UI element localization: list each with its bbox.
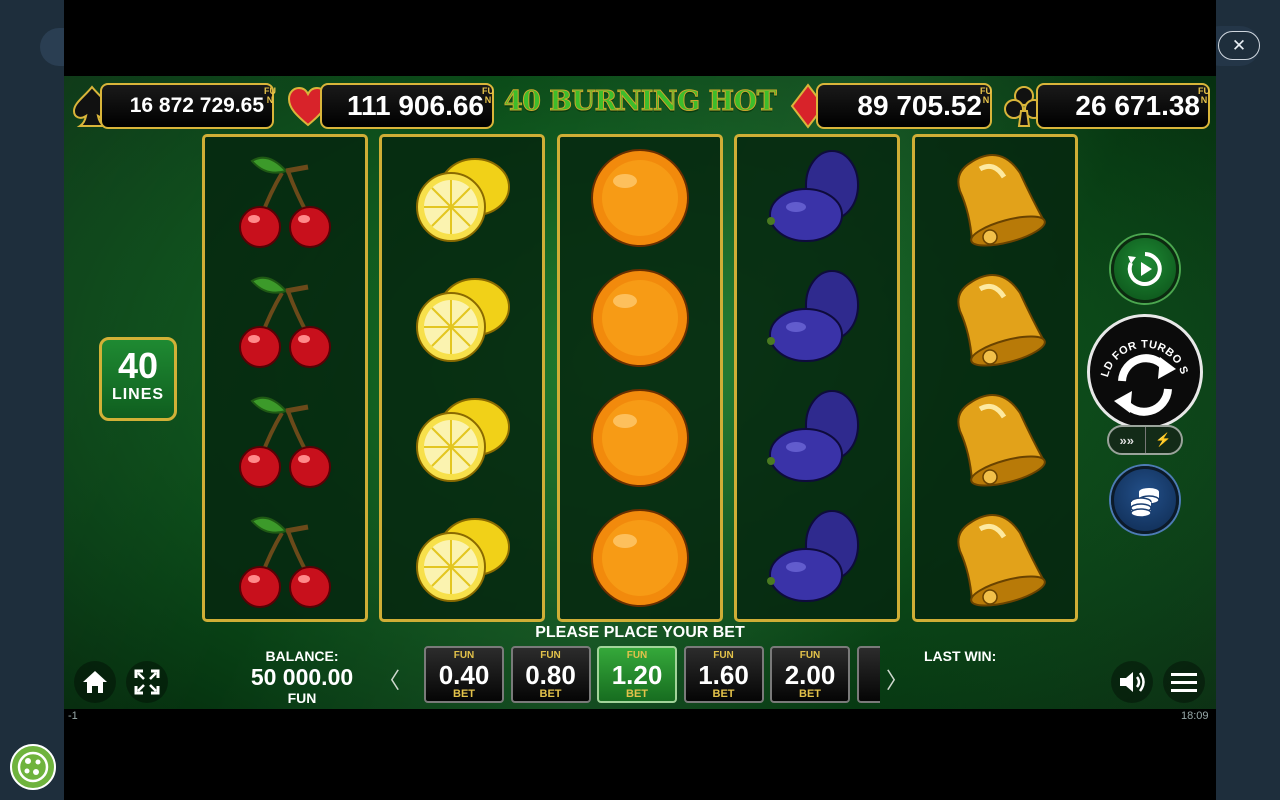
speaker-icon (1120, 672, 1145, 692)
lemon-icon (382, 378, 542, 498)
clock: 18:09 (1181, 710, 1209, 722)
stake-button[interactable] (1111, 466, 1179, 534)
sound-button[interactable] (1111, 661, 1153, 703)
cherry-icon (205, 138, 365, 258)
jackpot-currency: FUN (980, 86, 992, 105)
bet-amount: 1.60 (698, 660, 749, 690)
jackpot-club: 26 671.38 FUN (1002, 81, 1212, 131)
cookie-settings-button[interactable] (10, 744, 56, 790)
fullscreen-button[interactable] (126, 661, 168, 703)
jackpot-value: 26 671.38 (1075, 90, 1200, 121)
hamburger-icon (1171, 673, 1197, 692)
bet-label: BET (453, 688, 475, 700)
game-area: 16 872 729.65 FUN 111 906.66 FUN 40 BURN… (64, 76, 1216, 709)
cherry-icon (205, 378, 365, 498)
lines-badge: 40 LINES (99, 337, 177, 421)
orange-icon (560, 498, 720, 618)
orange-icon (560, 378, 720, 498)
reel-5 (912, 134, 1078, 622)
last-win-label: LAST WIN: (924, 648, 997, 664)
lemon-icon (382, 498, 542, 618)
jackpot-diamond: 89 705.52 FUN (786, 81, 996, 131)
plum-icon (737, 378, 897, 498)
bell-icon (915, 258, 1075, 378)
lemon-icon (382, 138, 542, 258)
bet-option[interactable]: FUN2BET (856, 646, 881, 703)
cherry-icon (205, 498, 365, 618)
balance-unit: FUN (287, 690, 317, 706)
bet-label: BET (859, 688, 881, 700)
quick-spin-icon[interactable]: ⚡ (1144, 427, 1182, 453)
spin-icon: HOLD FOR TURBO SPIN (1090, 317, 1190, 416)
reel-3 (557, 134, 723, 622)
bet-option[interactable]: FUN 2.00 BET (770, 646, 850, 703)
bell-icon (915, 498, 1075, 618)
orange-icon (560, 138, 720, 258)
lines-count: 40 (117, 345, 159, 386)
jackpot-currency: FUN (482, 86, 494, 105)
balance-label: BALANCE: (265, 648, 339, 664)
coins-icon (1130, 488, 1160, 518)
jackpot-heart: 111 906.66 FUN (286, 81, 496, 131)
bet-amount: 2 (859, 662, 881, 688)
bet-label: BET (712, 688, 735, 700)
jackpot-value: 89 705.52 (857, 90, 982, 121)
home-icon (83, 671, 107, 693)
bet-label: BET (626, 688, 648, 700)
bet-amount: 0.80 (525, 660, 576, 690)
home-button[interactable] (74, 661, 116, 703)
balance-value: 50 000.00 (250, 664, 354, 690)
reel-4 (734, 134, 900, 622)
balance: BALANCE: 50 000.00 FUN (242, 648, 362, 706)
bet-option[interactable]: FUN 1.20 BET (597, 646, 677, 703)
autoplay-button[interactable] (1111, 235, 1179, 303)
game-logo: 40 BURNING HOT (503, 86, 777, 118)
bet-selector: FUN 0.40 BET FUN 0.80 BET FUN 1.20 BET FUN 1.60 BET… (424, 646, 880, 704)
autoplay-icon (1127, 252, 1162, 286)
jackpot-spade: 16 872 729.65 FUN (70, 81, 276, 131)
bet-prev-arrow[interactable]: 〈 (378, 663, 400, 695)
jackpot-value: 111 906.66 (346, 90, 484, 121)
plum-icon (737, 138, 897, 258)
cherry-icon (205, 258, 365, 378)
menu-button[interactable] (1163, 661, 1205, 703)
bet-next-arrow[interactable]: 〉 (886, 663, 908, 695)
speed-toggle[interactable]: »» ⚡ (1107, 425, 1183, 455)
bell-icon (915, 138, 1075, 258)
bet-currency: FUN (859, 650, 881, 662)
spin-button[interactable]: HOLD FOR TURBO SPIN (1087, 314, 1203, 430)
place-bet-message: PLEASE PLACE YOUR BET (535, 624, 745, 641)
bet-amount: 2.00 (784, 660, 836, 690)
bet-label: BET (539, 688, 562, 700)
jackpot-value: 16 872 729.65 (129, 94, 264, 117)
bet-amount: 0.40 (438, 660, 490, 690)
jackpot-currency: FUN (264, 86, 276, 105)
plum-icon (737, 258, 897, 378)
bet-option[interactable]: FUN 1.60 BET (683, 646, 764, 703)
bet-amount: 1.20 (611, 660, 663, 690)
jackpot-currency: FUN (1198, 86, 1210, 105)
bet-option[interactable]: FUN 0.80 BET (510, 646, 591, 703)
reel-1 (202, 134, 368, 622)
status-indicator: -1 (68, 710, 78, 722)
fullscreen-icon (134, 669, 160, 695)
close-button[interactable]: ✕ (1218, 31, 1260, 60)
lines-label: LINES (111, 386, 165, 403)
orange-icon (560, 258, 720, 378)
bet-label: BET (799, 688, 821, 700)
bell-icon (915, 378, 1075, 498)
reel-2 (379, 134, 545, 622)
turbo-icon[interactable]: »» (1109, 427, 1145, 453)
cookie-icon (17, 751, 49, 783)
bet-option[interactable]: FUN 0.40 BET (424, 646, 504, 703)
lemon-icon (382, 258, 542, 378)
plum-icon (737, 498, 897, 618)
bottom-bar: PLEASE PLACE YOUR BET BALANCE: 50 000.00… (64, 624, 1216, 709)
